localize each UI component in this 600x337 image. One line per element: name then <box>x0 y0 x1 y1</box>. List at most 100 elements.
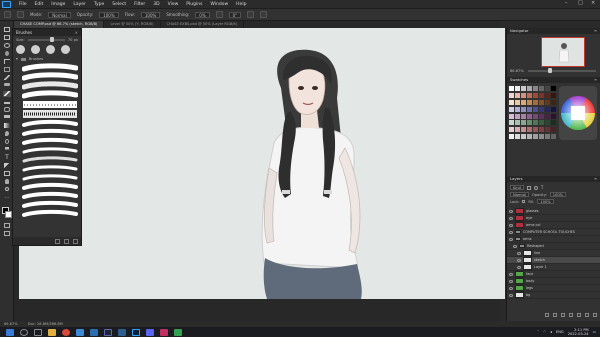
visibility-eye-icon[interactable] <box>509 272 513 276</box>
new-group-icon[interactable] <box>577 313 581 317</box>
filter-pixel-icon[interactable] <box>526 185 531 190</box>
color-swatch[interactable] <box>533 127 538 133</box>
menu-select[interactable]: Select <box>108 2 130 7</box>
frame-tool-icon[interactable] <box>3 67 11 73</box>
color-swatch[interactable] <box>521 106 526 112</box>
layers-header[interactable]: Layers ≡ <box>507 176 600 182</box>
symmetry-icon[interactable] <box>260 11 268 18</box>
panel-menu-icon[interactable]: ≡ <box>594 176 597 182</box>
angle-field[interactable]: 0° <box>228 11 242 18</box>
color-swatch[interactable] <box>545 92 550 98</box>
discord-icon[interactable] <box>146 328 154 336</box>
color-swatch[interactable] <box>509 120 514 126</box>
pressure-icon[interactable] <box>247 11 255 18</box>
brushes-panel-header[interactable]: Brushes × <box>13 29 81 36</box>
chrome-icon[interactable] <box>62 328 70 336</box>
color-swatch[interactable] <box>515 92 520 98</box>
color-swatch[interactable] <box>515 120 520 126</box>
color-swatch[interactable] <box>545 134 550 140</box>
panel-menu-icon[interactable]: ≡ <box>594 77 597 83</box>
color-swatch[interactable] <box>545 106 550 112</box>
filter-adjust-icon[interactable] <box>533 185 538 190</box>
quick-select-tool-icon[interactable] <box>3 51 11 57</box>
color-swatch[interactable] <box>539 113 544 119</box>
zoom-app-icon[interactable] <box>118 328 126 336</box>
close-icon[interactable]: × <box>591 1 596 6</box>
visibility-eye-icon[interactable] <box>509 293 513 297</box>
notifications-icon[interactable]: ▭ <box>593 330 596 334</box>
recent-brush-1[interactable] <box>16 45 25 54</box>
layer-style-icon[interactable] <box>553 313 557 317</box>
color-swatch[interactable] <box>551 86 556 91</box>
layer-row[interactable]: COMPUTER SCHOOL TOUCHES <box>507 229 600 236</box>
brush-size-value[interactable]: 70 px <box>68 38 78 42</box>
color-swatch[interactable] <box>521 86 526 91</box>
layer-row[interactable]: legs <box>507 285 600 292</box>
color-swatch[interactable] <box>551 92 556 98</box>
crop-tool-icon[interactable] <box>3 59 11 65</box>
color-swatch[interactable] <box>551 106 556 112</box>
color-swatch[interactable] <box>539 86 544 91</box>
layer-row[interactable]: Reshaped <box>507 243 600 250</box>
layer-row[interactable]: body <box>507 278 600 285</box>
chevron-up-icon[interactable]: ˄ <box>537 330 539 334</box>
link-layers-icon[interactable] <box>545 313 549 317</box>
color-swatch[interactable] <box>521 92 526 98</box>
adjustment-layer-icon[interactable] <box>569 313 573 317</box>
color-swatch[interactable] <box>533 99 538 105</box>
color-swatch[interactable] <box>515 127 520 133</box>
menu-edit[interactable]: Edit <box>31 2 48 7</box>
healing-tool-icon[interactable] <box>3 83 11 89</box>
layer-kind-filter[interactable]: Kind <box>510 185 524 190</box>
minimize-icon[interactable]: – <box>565 1 570 6</box>
brush-size-slider[interactable] <box>27 36 65 42</box>
color-swatch[interactable] <box>515 113 520 119</box>
file-explorer-icon[interactable] <box>48 328 56 336</box>
color-swatch[interactable] <box>551 127 556 133</box>
color-swatch[interactable] <box>533 92 538 98</box>
mail-icon[interactable] <box>90 328 98 336</box>
color-swatch[interactable] <box>515 86 520 91</box>
recent-brush-3[interactable] <box>46 45 55 54</box>
status-zoom[interactable]: 66.67% <box>4 322 18 326</box>
visibility-eye-icon[interactable] <box>509 216 513 220</box>
settings-gear-icon[interactable] <box>215 11 223 18</box>
layer-row[interactable]: glasses <box>507 208 600 215</box>
visibility-eye-icon[interactable] <box>513 244 517 248</box>
color-swatch[interactable] <box>533 134 538 140</box>
maximize-icon[interactable]: □ <box>578 1 583 6</box>
color-swatch[interactable] <box>509 113 514 119</box>
color-swatch[interactable] <box>539 120 544 126</box>
navigator-thumbnail[interactable] <box>541 37 585 67</box>
delete-layer-icon[interactable] <box>593 313 597 317</box>
layer-row[interactable]: eye <box>507 215 600 222</box>
menu-window[interactable]: Window <box>206 2 232 7</box>
blur-tool-icon[interactable] <box>3 131 11 137</box>
flow-field[interactable]: 100% <box>140 11 161 18</box>
menu-type[interactable]: Type <box>90 2 108 7</box>
color-swatch[interactable] <box>533 120 538 126</box>
lock-icon[interactable] <box>522 200 526 203</box>
color-swatch[interactable] <box>509 99 514 105</box>
tab-chase-exbs[interactable]: CHASE EXBS.psd @ 50% (Layer RGB/8) <box>161 21 245 28</box>
brush-preset-icon[interactable] <box>17 11 24 18</box>
color-swatch[interactable] <box>509 134 514 140</box>
color-swatch[interactable] <box>515 134 520 140</box>
layer-row[interactable]: Layer 1 <box>507 264 600 271</box>
close-icon[interactable]: × <box>75 30 78 35</box>
color-swatch[interactable] <box>527 134 532 140</box>
brush-stroke-previews[interactable] <box>21 63 79 223</box>
panel-menu-icon[interactable]: ≡ <box>594 28 597 34</box>
color-swatch[interactable] <box>533 86 538 91</box>
menu-view[interactable]: View <box>164 2 183 7</box>
recent-brush-4[interactable] <box>61 45 70 54</box>
color-swatch[interactable] <box>533 113 538 119</box>
color-swatch[interactable] <box>551 99 556 105</box>
color-wheel-panel[interactable] <box>559 86 597 140</box>
spotify-icon[interactable] <box>174 328 182 336</box>
brush-tool-icon[interactable] <box>3 91 11 97</box>
volume-icon[interactable]: ◂ <box>550 330 552 334</box>
color-swatch[interactable] <box>527 92 532 98</box>
smoothing-field[interactable]: 0% <box>195 11 210 18</box>
layer-row[interactable]: arms <box>507 236 600 243</box>
